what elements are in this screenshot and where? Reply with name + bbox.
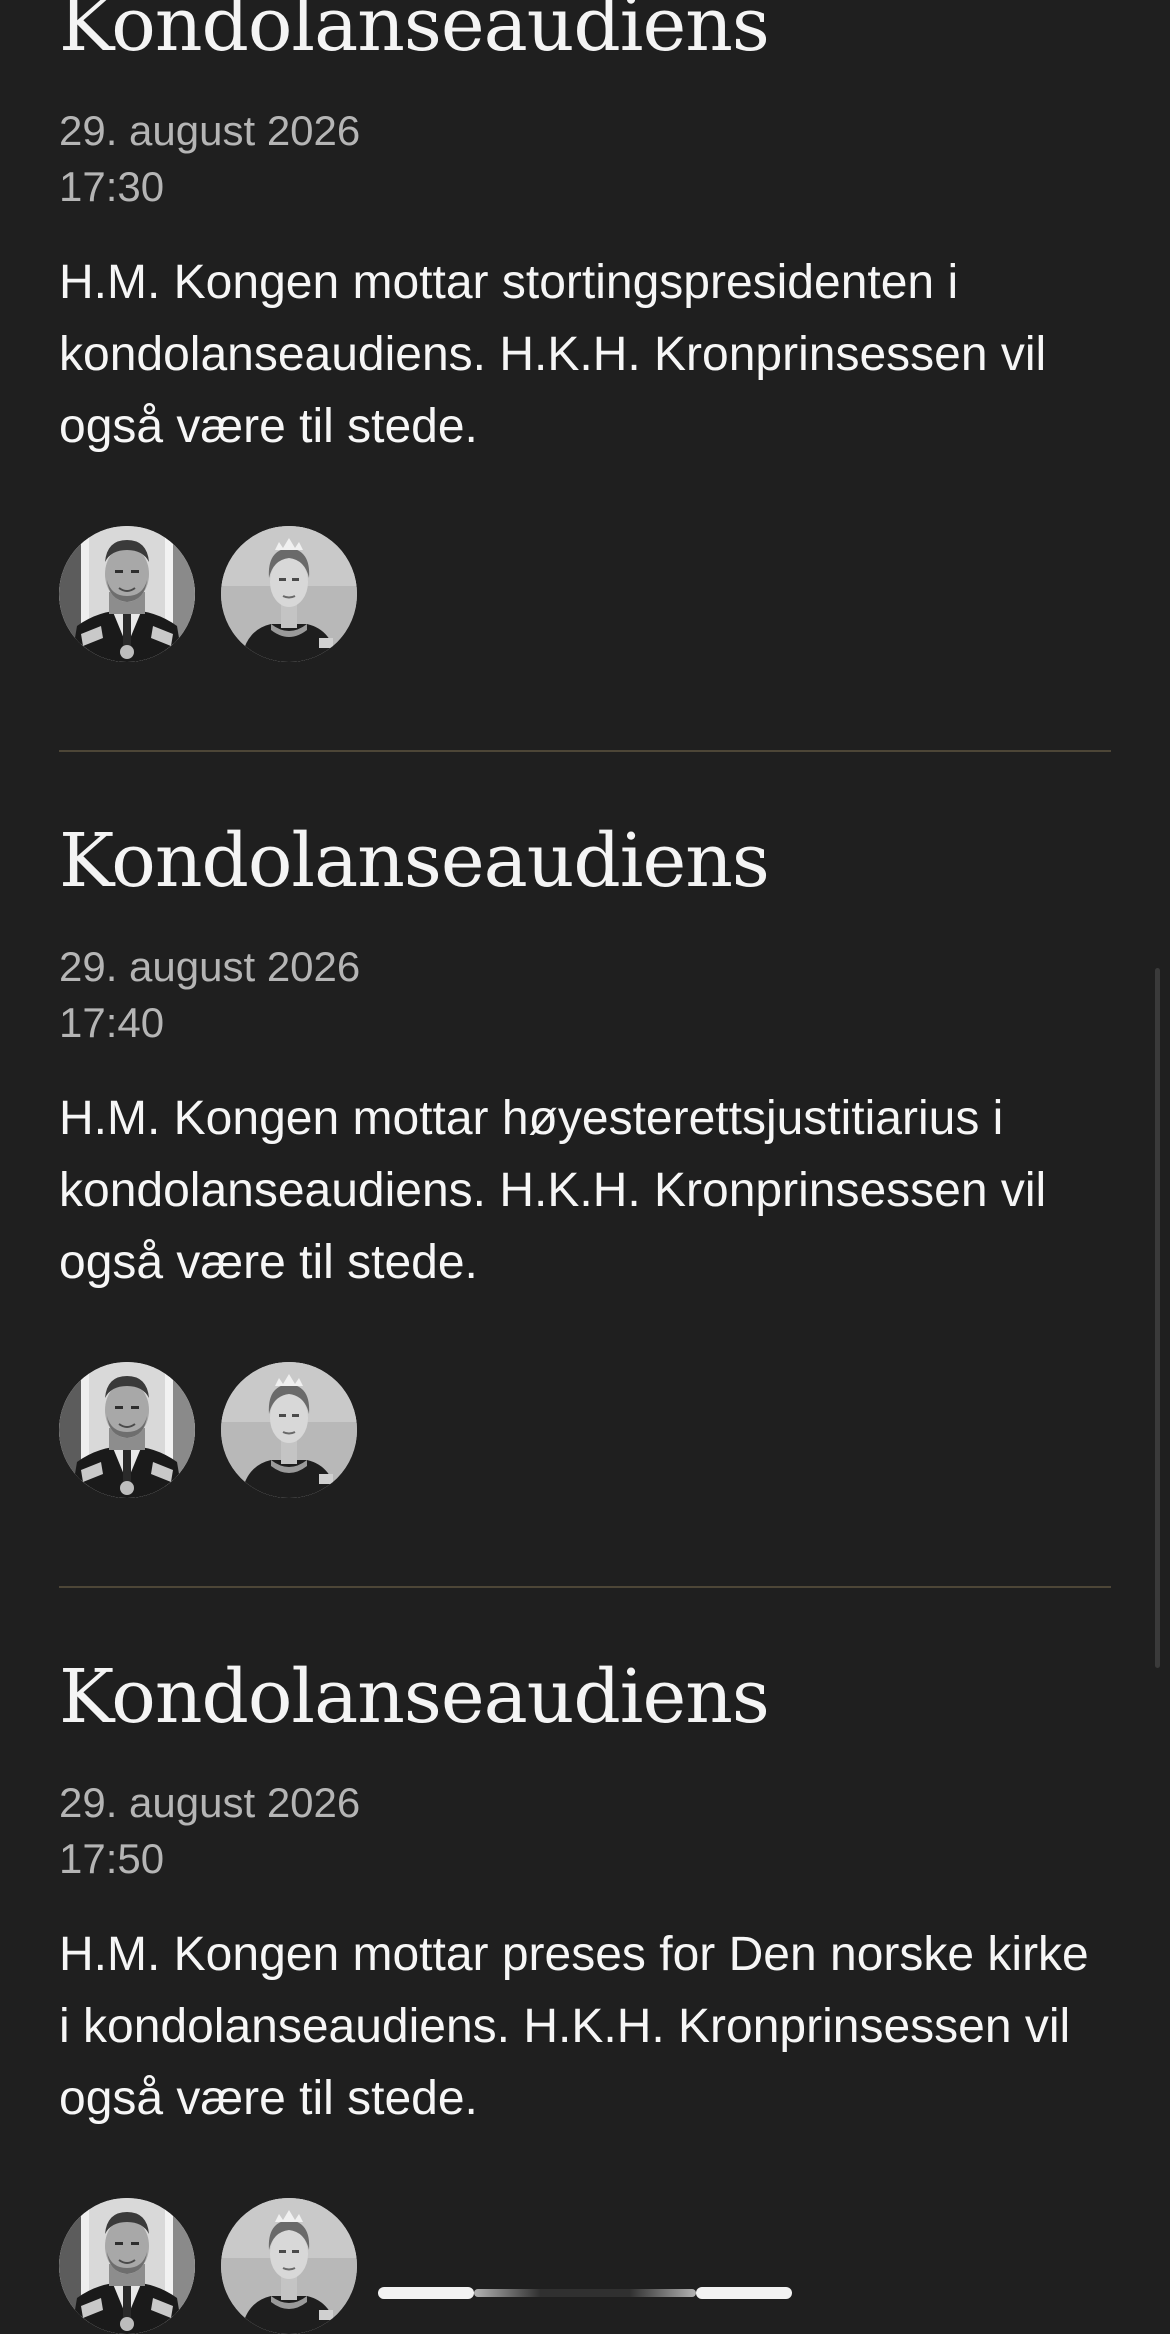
event-title: Kondolanseaudiens bbox=[59, 818, 770, 904]
avatar-king-icon[interactable] bbox=[59, 2198, 195, 2334]
home-indicator[interactable] bbox=[378, 2287, 792, 2299]
avatar-crown-princess-icon[interactable] bbox=[221, 1362, 357, 1498]
event-divider bbox=[59, 750, 1111, 752]
avatar-king-icon[interactable] bbox=[59, 1362, 195, 1498]
avatar-crown-princess-icon[interactable] bbox=[221, 526, 357, 662]
event-divider bbox=[59, 1586, 1111, 1588]
event-title: Kondolanseaudiens bbox=[59, 1654, 770, 1740]
participant-avatars bbox=[59, 526, 389, 662]
event-time: 17:40 bbox=[59, 999, 165, 1046]
event-description: H.M. Kongen mottar høyesterettsjustitiar… bbox=[59, 1092, 1047, 1289]
scrollbar[interactable] bbox=[1155, 968, 1160, 1668]
event-time: 17:30 bbox=[59, 163, 165, 210]
event-description: H.M. Kongen mottar preses for Den norske… bbox=[59, 1928, 1089, 2125]
home-indicator-middle bbox=[474, 2289, 696, 2297]
event-date: 29. august 2026 bbox=[59, 1779, 361, 1826]
home-indicator-right bbox=[696, 2287, 792, 2299]
home-indicator-left bbox=[378, 2287, 474, 2299]
participant-avatars bbox=[59, 2198, 389, 2334]
avatar-king-icon[interactable] bbox=[59, 526, 195, 662]
event-title: Kondolanseaudiens bbox=[59, 0, 770, 68]
avatar-crown-princess-icon[interactable] bbox=[221, 2198, 357, 2334]
event-date: 29. august 2026 bbox=[59, 107, 361, 154]
event-feed: Kondolanseaudiens 29. august 2026 17:30 … bbox=[0, 0, 1170, 2334]
participant-avatars bbox=[59, 1362, 389, 1498]
event-date: 29. august 2026 bbox=[59, 943, 361, 990]
event-description: H.M. Kongen mottar stortingspresidenten … bbox=[59, 256, 1047, 453]
event-time: 17:50 bbox=[59, 1835, 165, 1882]
